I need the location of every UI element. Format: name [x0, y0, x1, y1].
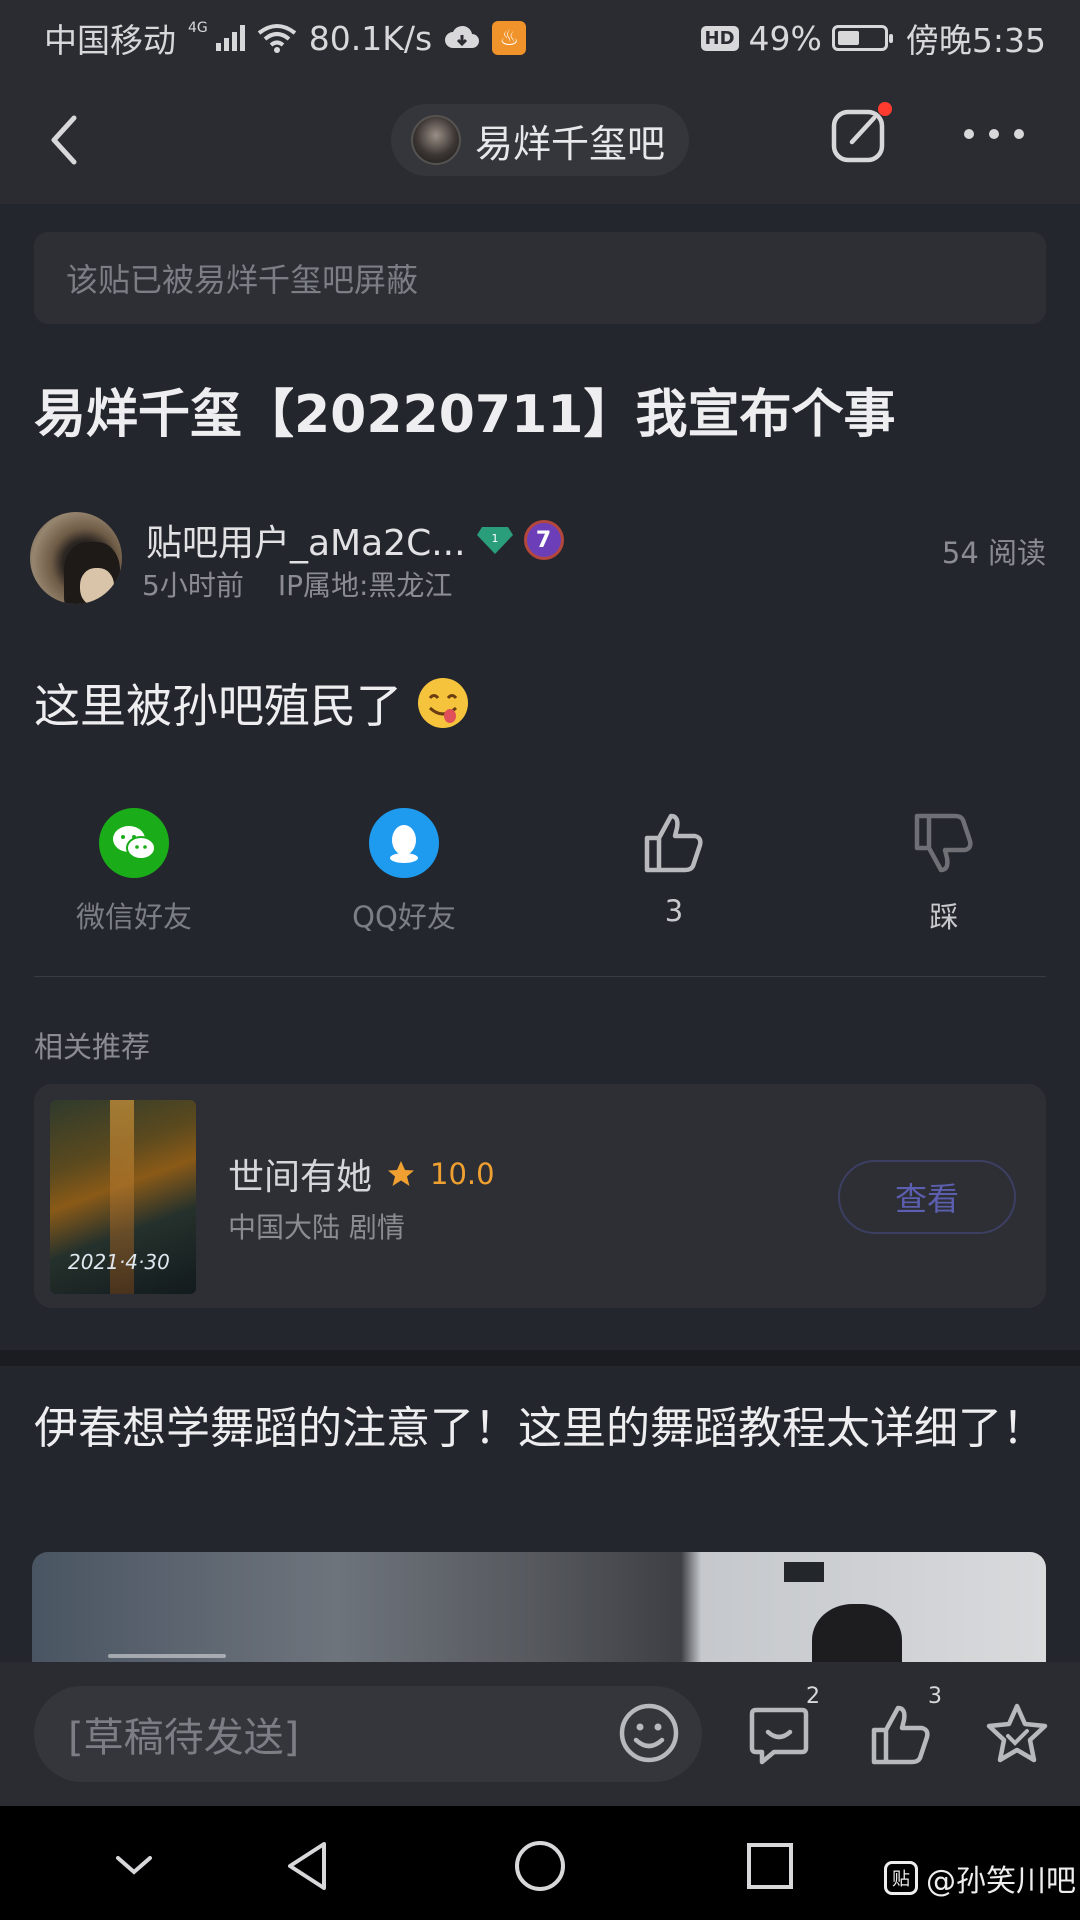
author-name: 贴吧用户_aMa2C...: [146, 523, 466, 564]
back-triangle-icon[interactable]: [280, 1838, 336, 1894]
next-post-title[interactable]: 伊春想学舞蹈的注意了！这里的舞蹈教程太详细了！: [34, 1398, 1046, 1460]
battery-percent: 49%: [748, 18, 822, 58]
movie-score: 10.0: [430, 1157, 495, 1191]
read-count: 54 阅读: [941, 536, 1046, 570]
divider: [34, 976, 1046, 977]
tieba-logo-icon: 贴: [884, 1861, 918, 1895]
level-badge-icon: 7: [523, 520, 564, 560]
dislike-button[interactable]: 踩: [844, 808, 1044, 936]
more-options-icon[interactable]: [964, 124, 1024, 144]
notification-dot: [878, 102, 892, 116]
reply-input[interactable]: [草稿待发送]: [34, 1686, 702, 1782]
back-arrow-icon[interactable]: [44, 112, 84, 168]
dislike-label: 踩: [929, 900, 959, 934]
chevron-down-icon[interactable]: [106, 1838, 162, 1894]
recents-square-icon[interactable]: [742, 1838, 798, 1894]
wechat-icon: [99, 808, 169, 878]
battery-icon: [831, 25, 893, 51]
share-wechat-button[interactable]: 微信好友: [34, 808, 234, 936]
gem-badge-icon: 1: [476, 527, 513, 554]
yum-emoji-icon: [418, 678, 468, 728]
hd-badge: HD: [700, 25, 739, 51]
edit-post-button[interactable]: [828, 102, 892, 166]
share-actions: 微信好友 QQ好友 3 踩: [0, 808, 1080, 948]
post-title: 易烊千玺【20220711】我宣布个事: [34, 385, 896, 445]
emoji-icon[interactable]: [614, 1698, 684, 1768]
wifi-icon: [257, 24, 296, 53]
post-body-text: 这里被孙吧殖民了: [34, 679, 402, 733]
watermark-text: @孙笑川吧: [926, 1864, 1076, 1899]
qq-icon: [369, 808, 439, 878]
favorite-button[interactable]: [982, 1700, 1052, 1770]
cloud-download-icon: [445, 25, 480, 48]
thumbs-down-icon: [914, 813, 973, 873]
ip-location: IP属地:黑龙江: [277, 569, 453, 602]
signal-icon: [215, 25, 245, 51]
forum-name: 易烊千玺吧: [474, 121, 665, 166]
recommend-title-row: 世间有她 10.0: [228, 1148, 495, 1200]
thumbs-up-icon: [644, 813, 703, 873]
like-button[interactable]: 3: [574, 808, 774, 928]
top-nav-bar: 易烊千玺吧: [0, 76, 1080, 204]
network-speed: 80.1K/s: [308, 18, 433, 58]
view-button[interactable]: 查看: [838, 1160, 1016, 1234]
forum-entry-pill[interactable]: 易烊千玺吧: [390, 104, 689, 176]
poster-date: 2021·4·30: [68, 1250, 170, 1274]
home-circle-icon[interactable]: [512, 1838, 568, 1894]
related-section-title: 相关推荐: [34, 1030, 151, 1064]
share-qq-button[interactable]: QQ好友: [304, 808, 504, 936]
wechat-label: 微信好友: [75, 900, 192, 934]
post-time: 5小时前: [142, 569, 244, 602]
network-type-label: 4G: [188, 20, 208, 36]
bottom-like-button[interactable]: 3: [866, 1684, 942, 1770]
comment-button[interactable]: 2: [744, 1684, 820, 1770]
movie-subtitle: 中国大陆 剧情: [228, 1211, 405, 1244]
qq-label: QQ好友: [352, 900, 456, 934]
post-meta: 5小时前 IP属地:黑龙江: [142, 564, 452, 604]
bottom-composer: [草稿待发送] 2 3: [0, 1662, 1080, 1806]
like-count: 3: [664, 894, 684, 928]
status-bar: 中国移动 4G 80.1K/s ♨ HD 49% 傍晚5:35: [0, 0, 1080, 76]
watermark: 贴 @孙笑川吧: [884, 1856, 1076, 1900]
post-body: 这里被孙吧殖民了: [34, 670, 470, 736]
thumbs-up-icon: [871, 1705, 930, 1765]
svg-text:1: 1: [491, 532, 498, 545]
clock: 傍晚5:35: [905, 21, 1046, 60]
blocked-notice: 该贴已被易烊千玺吧屏蔽: [34, 232, 1046, 324]
next-post-image[interactable]: [32, 1552, 1046, 1672]
comment-count: 2: [806, 1684, 820, 1709]
app-notification-icon: ♨: [492, 21, 527, 55]
star-outline-icon: [986, 1703, 1048, 1763]
author-row[interactable]: 贴吧用户_aMa2C... 1 7: [146, 514, 564, 566]
star-icon: [388, 1161, 415, 1186]
movie-title: 世间有她: [228, 1157, 373, 1198]
bottom-like-count: 3: [928, 1684, 942, 1709]
author-avatar[interactable]: [30, 512, 122, 604]
comment-icon: [749, 1707, 809, 1765]
carrier-label: 中国移动: [44, 21, 176, 60]
forum-avatar: [410, 115, 461, 165]
movie-poster: 2021·4·30: [50, 1100, 196, 1294]
recommend-card[interactable]: 2021·4·30 世间有她 10.0 中国大陆 剧情 查看: [34, 1084, 1046, 1308]
section-gap: [0, 1350, 1080, 1366]
